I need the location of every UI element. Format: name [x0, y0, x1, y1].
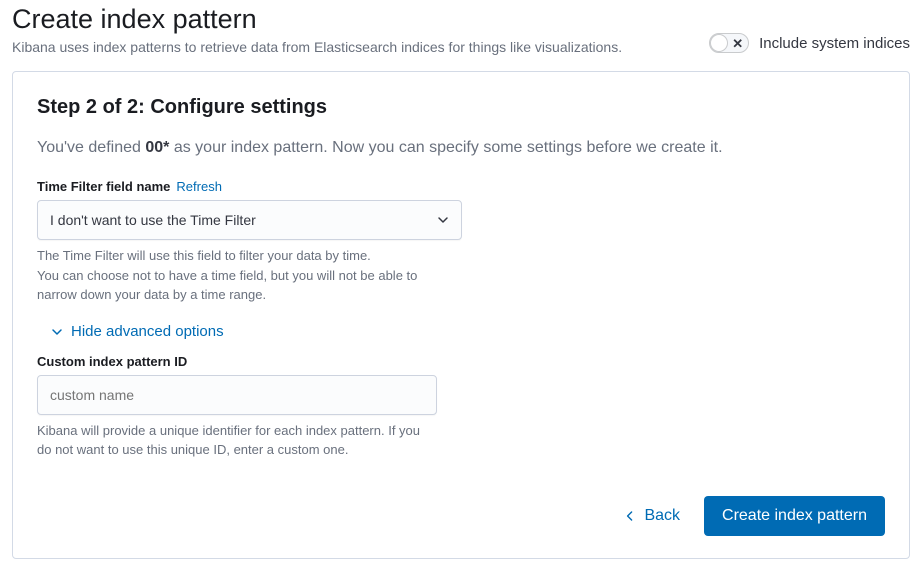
step-description: You've defined 00* as your index pattern… — [37, 139, 885, 157]
custom-id-input[interactable] — [37, 375, 437, 415]
chevron-down-icon — [437, 214, 449, 226]
config-panel: Step 2 of 2: Configure settings You've d… — [12, 71, 910, 559]
step-desc-prefix: You've defined — [37, 139, 145, 156]
advanced-options-toggle[interactable]: Hide advanced options — [51, 323, 885, 340]
header-right: ✕ Include system indices — [709, 33, 910, 55]
time-filter-help: The Time Filter will use this field to f… — [37, 246, 462, 305]
back-label: Back — [644, 507, 680, 525]
time-filter-group: Time Filter field name Refresh I don't w… — [37, 179, 462, 305]
back-button[interactable]: Back — [626, 507, 680, 525]
advanced-toggle-label: Hide advanced options — [71, 323, 224, 340]
time-filter-selected-value: I don't want to use the Time Filter — [50, 212, 256, 228]
page-subtitle: Kibana uses index patterns to retrieve d… — [12, 39, 709, 55]
step-title: Step 2 of 2: Configure settings — [37, 96, 885, 119]
time-filter-select[interactable]: I don't want to use the Time Filter — [37, 200, 462, 240]
include-system-indices-label: Include system indices — [759, 35, 910, 52]
page-title: Create index pattern — [12, 4, 709, 35]
custom-id-label: Custom index pattern ID — [37, 354, 462, 369]
create-index-pattern-button[interactable]: Create index pattern — [704, 496, 885, 536]
page-header: Create index pattern Kibana uses index p… — [0, 0, 922, 71]
step-desc-suffix: as your index pattern. Now you can speci… — [169, 139, 722, 156]
header-left: Create index pattern Kibana uses index p… — [12, 4, 709, 55]
index-pattern-name: 00* — [145, 139, 169, 156]
refresh-link[interactable]: Refresh — [176, 179, 222, 194]
chevron-left-icon — [626, 509, 636, 523]
close-icon: ✕ — [732, 37, 743, 50]
toggle-knob — [710, 34, 728, 52]
chevron-down-icon — [51, 325, 63, 337]
time-filter-label: Time Filter field name — [37, 179, 170, 194]
footer-row: Back Create index pattern — [37, 496, 885, 536]
time-filter-label-row: Time Filter field name Refresh — [37, 179, 462, 194]
custom-id-group: Custom index pattern ID Kibana will prov… — [37, 354, 462, 460]
include-system-indices-toggle[interactable]: ✕ — [709, 33, 749, 53]
custom-id-help: Kibana will provide a unique identifier … — [37, 421, 437, 460]
